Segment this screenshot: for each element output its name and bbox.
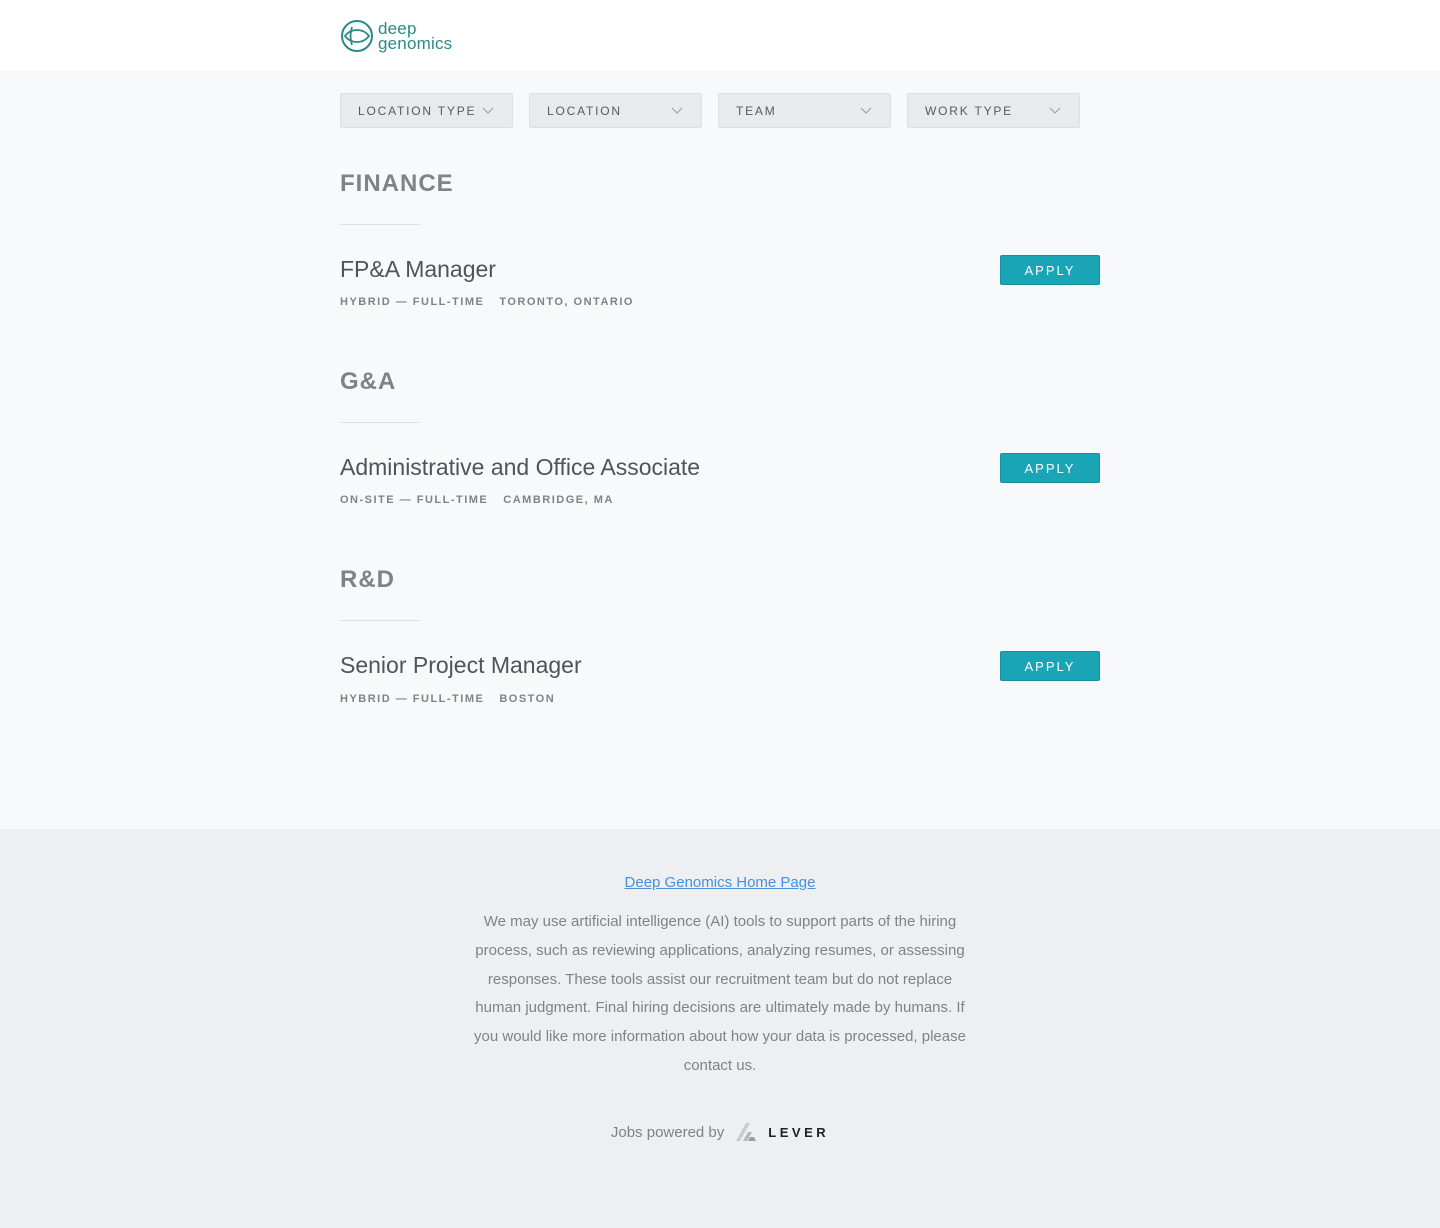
posting-location: TORONTO, ONTARIO — [499, 296, 634, 308]
deep-genomics-logo-icon — [341, 20, 373, 52]
logo-wordmark: deep genomics — [378, 20, 453, 53]
chevron-down-icon — [860, 107, 872, 114]
filter-bar: LOCATION TYPE LOCATION TEAM WORK TYPE — [340, 93, 1080, 128]
home-page-link[interactable]: Deep Genomics Home Page — [0, 874, 1440, 891]
lever-logo-icon — [736, 1123, 757, 1141]
posting-title-link[interactable]: Administrative and Office Associate — [340, 454, 700, 481]
posting-title-link[interactable]: FP&A Manager — [340, 256, 496, 283]
apply-button[interactable]: APPLY — [1000, 651, 1100, 681]
filter-label: LOCATION — [547, 103, 622, 118]
group-title-rd: R&D — [340, 566, 395, 593]
powered-by-label: Jobs powered by — [610, 1123, 725, 1141]
filter-label: LOCATION TYPE — [358, 103, 477, 118]
site-footer: Deep Genomics Home Page We may use artif… — [0, 829, 1440, 1228]
filter-label: TEAM — [736, 103, 777, 118]
apply-button[interactable]: APPLY — [1000, 453, 1100, 483]
group-title-finance: FINANCE — [340, 170, 454, 197]
filter-location-type[interactable]: LOCATION TYPE — [340, 93, 513, 128]
posting-meta: ON-SITE — FULL-TIME CAMBRIDGE, MA — [340, 494, 614, 506]
posting-title-link[interactable]: Senior Project Manager — [340, 652, 582, 679]
filter-team[interactable]: TEAM — [718, 93, 891, 128]
posting-work-type: HYBRID — FULL-TIME — [340, 296, 485, 308]
lever-wordmark: LEVER — [768, 1124, 830, 1140]
filter-location[interactable]: LOCATION — [529, 93, 702, 128]
ai-disclaimer-text: We may use artificial intelligence (AI) … — [474, 913, 966, 1074]
posting-meta: HYBRID — FULL-TIME TORONTO, ONTARIO — [340, 296, 634, 308]
group-divider — [340, 422, 420, 423]
powered-by[interactable]: Jobs powered by LEVER — [0, 1121, 1440, 1143]
apply-button[interactable]: APPLY — [1000, 255, 1100, 285]
chevron-down-icon — [671, 107, 683, 114]
logo-line2: genomics — [378, 34, 453, 53]
deep-genomics-logo[interactable]: deep genomics — [340, 18, 452, 54]
filter-work-type[interactable]: WORK TYPE — [907, 93, 1080, 128]
posting-work-type: HYBRID — FULL-TIME — [340, 693, 485, 705]
site-header: deep genomics — [0, 0, 1440, 71]
chevron-down-icon — [482, 107, 494, 114]
posting-work-type: ON-SITE — FULL-TIME — [340, 494, 489, 506]
filter-label: WORK TYPE — [925, 103, 1013, 118]
group-divider — [340, 620, 420, 621]
posting-location: CAMBRIDGE, MA — [503, 494, 614, 506]
group-divider — [340, 224, 420, 225]
group-title-ga: G&A — [340, 368, 397, 395]
posting-location: BOSTON — [499, 693, 556, 705]
chevron-down-icon — [1049, 107, 1061, 114]
posting-meta: HYBRID — FULL-TIME BOSTON — [340, 693, 555, 705]
